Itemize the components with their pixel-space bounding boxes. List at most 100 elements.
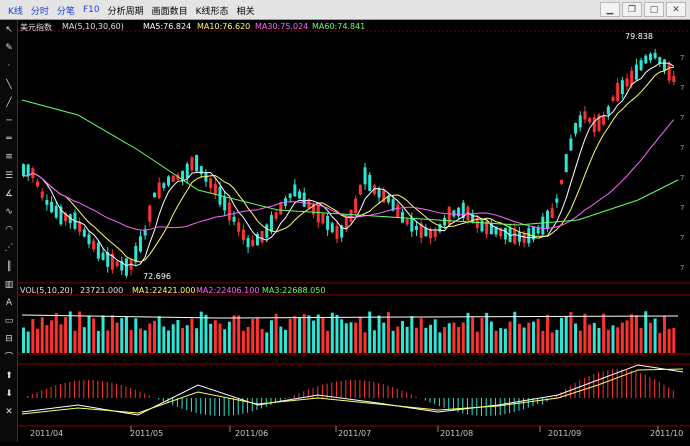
candle-body xyxy=(583,111,587,120)
tab-tick[interactable]: 分笔 xyxy=(57,4,75,17)
kline-chart-svg[interactable]: 7 7 7 7 7 7 7 7 xyxy=(18,20,690,442)
candle-body xyxy=(602,116,606,125)
volume-bar xyxy=(316,314,320,353)
maximize-icon[interactable]: □ xyxy=(644,2,664,17)
candle-body xyxy=(209,178,213,189)
volume-bar xyxy=(176,319,180,353)
volume-bar xyxy=(368,311,372,353)
down-arrow-icon[interactable]: ⬇ xyxy=(3,388,15,400)
tab-f10[interactable]: F10 xyxy=(83,5,100,15)
volume-bar xyxy=(480,318,484,353)
candle-body xyxy=(349,209,353,222)
volume-bar xyxy=(410,316,414,353)
candle-body xyxy=(162,183,166,189)
volume-bar xyxy=(106,330,110,353)
up-arrow-icon[interactable]: ⬆ xyxy=(3,370,15,382)
fib-icon[interactable]: ☰ xyxy=(3,170,15,182)
volume-bar xyxy=(358,316,362,353)
arc-icon[interactable]: ⌒ xyxy=(3,352,15,364)
tab-period[interactable]: 分析周期 xyxy=(108,4,144,17)
candle-body xyxy=(251,239,255,246)
volume-bar xyxy=(312,320,316,353)
vol-ma3-value: MA3:22688.050 xyxy=(262,286,326,295)
volume-bar xyxy=(424,327,428,353)
volume-bar xyxy=(78,311,82,353)
candle-body xyxy=(26,164,30,176)
volume-bar xyxy=(400,321,404,353)
volume-bar xyxy=(26,331,30,353)
candle-body xyxy=(274,212,278,219)
ray-icon[interactable]: ╱ xyxy=(3,97,15,109)
volume-bar xyxy=(246,326,250,353)
volume-bar xyxy=(153,320,156,353)
volume-bar xyxy=(218,323,222,353)
candle-body xyxy=(639,60,643,71)
volume-bar xyxy=(181,327,185,353)
candle-body xyxy=(335,226,339,239)
pen-icon[interactable]: ✎ xyxy=(3,42,15,54)
volume-bar xyxy=(489,321,493,353)
volume-bar xyxy=(129,330,133,353)
cycle-icon[interactable]: ◠ xyxy=(3,224,15,236)
measure-icon[interactable]: ⊟ xyxy=(3,333,15,345)
candle-body xyxy=(199,166,203,175)
volume-bar xyxy=(494,330,498,353)
close-icon[interactable]: ✕ xyxy=(666,2,686,17)
candle-body xyxy=(653,52,657,59)
tab-kline-pattern[interactable]: K线形态 xyxy=(196,4,229,17)
restore-icon[interactable]: ❐ xyxy=(622,2,642,17)
volume-bar xyxy=(419,318,423,353)
minimize-icon[interactable]: ▁ xyxy=(600,2,620,17)
tab-kline[interactable]: K线 xyxy=(8,4,23,17)
period-icon[interactable]: ║ xyxy=(3,261,15,273)
volume-bar xyxy=(658,332,662,353)
gann-icon[interactable]: ∡ xyxy=(3,188,15,200)
candle-body xyxy=(377,188,381,198)
volume-bar xyxy=(550,332,554,353)
candle-body xyxy=(260,230,264,243)
candle-body xyxy=(45,200,49,205)
line-icon[interactable]: ╲ xyxy=(3,79,15,91)
volume-bar xyxy=(564,316,568,353)
x-label: 2011/10 xyxy=(650,429,684,438)
volume-bar xyxy=(87,315,91,353)
volume-bar xyxy=(110,315,114,353)
ma-params: MA(5,10,30,60) xyxy=(62,22,124,31)
candle-body xyxy=(574,123,578,134)
volume-bar xyxy=(443,327,447,353)
candle-body xyxy=(396,204,400,218)
parallel-icon[interactable]: ═ xyxy=(3,133,15,145)
volume-bar xyxy=(569,312,573,353)
candle-body xyxy=(195,154,199,172)
candle-body xyxy=(40,191,44,198)
ma5-value: MA5:76.824 xyxy=(143,22,192,31)
volume-bar xyxy=(602,313,606,353)
volume-bar xyxy=(274,314,278,353)
bars-icon[interactable]: ▥ xyxy=(3,279,15,291)
erase-icon[interactable]: ✕ xyxy=(3,406,15,418)
tab-screen-count[interactable]: 画面数目 xyxy=(152,4,188,17)
tab-intraday[interactable]: 分时 xyxy=(31,4,49,17)
fan-icon[interactable]: ⋰ xyxy=(3,242,15,254)
tab-related[interactable]: 相关 xyxy=(237,4,255,17)
volume-bar xyxy=(382,322,386,353)
text-icon[interactable]: A xyxy=(3,297,15,309)
chart-area[interactable]: 77777777 美元指数 MA(5,10,30,60) MA5:76.824 … xyxy=(18,20,690,442)
dot-icon[interactable]: · xyxy=(3,60,15,72)
rect-icon[interactable]: ▭ xyxy=(3,315,15,327)
candle-body xyxy=(480,220,484,232)
candle-body xyxy=(321,213,325,224)
candle-body xyxy=(185,163,189,179)
volume-bar xyxy=(475,331,479,353)
volume-bar xyxy=(195,328,199,353)
segment-icon[interactable]: ─ xyxy=(3,115,15,127)
channel-icon[interactable]: ≡ xyxy=(3,151,15,163)
candle-body xyxy=(265,224,269,238)
volume-bar xyxy=(499,328,503,353)
volume-bar xyxy=(22,327,25,353)
volume-bar xyxy=(232,315,236,353)
wave-icon[interactable]: ∿ xyxy=(3,206,15,218)
volume-bar xyxy=(597,328,601,353)
cursor-icon[interactable]: ↖ xyxy=(3,24,15,36)
candle-body xyxy=(588,118,592,123)
